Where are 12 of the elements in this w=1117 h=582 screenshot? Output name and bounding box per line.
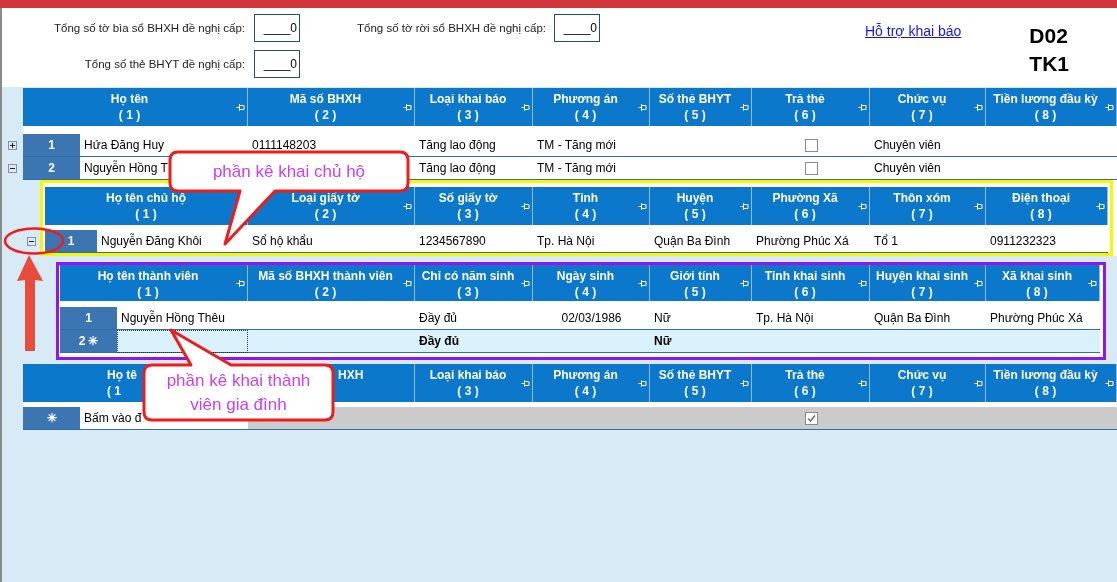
field-label: Tổng số tờ rời sổ BHXH đề nghị cấp: [356, 22, 546, 34]
row-number: 1 [48, 138, 55, 152]
field-label: Tổng số thẻ BHYT đề nghị cấp: [83, 58, 245, 70]
form-code: TK1 [1029, 51, 1070, 77]
row-number: 1 [67, 234, 75, 248]
field-label: Tổng số tờ bìa sổ BHXH đề nghị cấp: [53, 22, 245, 34]
new-row-marker: ✳ [88, 334, 99, 348]
row-number: 2 [78, 334, 86, 348]
row-number: 2 [48, 161, 55, 175]
form-code: D02 [1029, 23, 1069, 49]
row-number: 1 [85, 311, 92, 325]
new-row-marker: ✳ [46, 411, 57, 425]
